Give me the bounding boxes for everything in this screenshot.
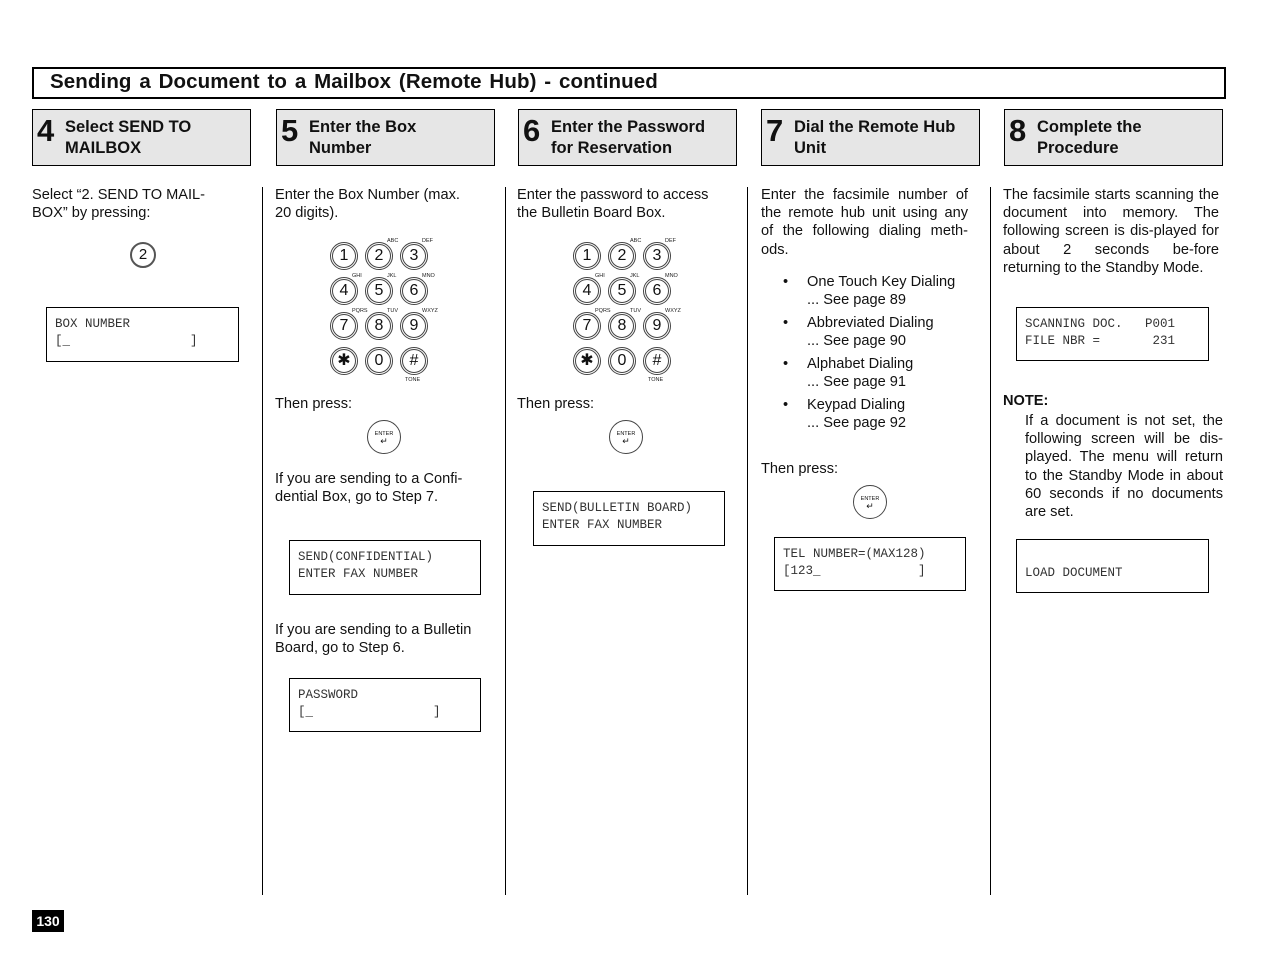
lcd-scanning-doc: SCANNING DOC. P001 FILE NBR = 231 xyxy=(1016,307,1209,361)
keypad-letters: MNO xyxy=(665,273,678,279)
keypad-key-0: 0 xyxy=(365,347,393,375)
column-divider xyxy=(505,187,506,895)
column-divider xyxy=(262,187,263,895)
lcd-load-document: LOAD DOCUMENT xyxy=(1016,539,1209,593)
enter-key-icon: ENTER ↵ xyxy=(853,485,887,519)
keypad-key-hash: # xyxy=(400,347,428,375)
step-number: 5 xyxy=(281,113,299,148)
step-number: 8 xyxy=(1009,113,1027,148)
step-title: Complete the Procedure xyxy=(1037,118,1142,157)
keypad-letters: WXYZ xyxy=(665,308,681,314)
confidential-box-note: If you are sending to a Confi-dential Bo… xyxy=(275,471,463,506)
keypad-letters: ABC xyxy=(630,238,642,244)
step-title: Enter the Box Number xyxy=(309,118,417,157)
keypad-letters: TUV xyxy=(387,308,398,314)
enter-key-icon: ENTER ↵ xyxy=(367,420,401,454)
keypad-key-8: 8 xyxy=(608,312,636,340)
step-header-8: 8 Complete the Procedure xyxy=(1004,109,1223,166)
step6-instructions: Enter the password to access the Bulleti… xyxy=(517,187,709,222)
step-header-6: 6 Enter the Password for Reservation xyxy=(518,109,737,166)
keypad-key-9: 9 xyxy=(400,312,428,340)
step-header-4: 4 Select SEND TO MAILBOX xyxy=(32,109,251,166)
keypad-letters: PQRS xyxy=(352,308,368,314)
keypad-key-5: 5 xyxy=(365,277,393,305)
key-2-icon: 2 xyxy=(130,242,156,268)
keypad-icon: 1 2 ABC 3 DEF 4 GHI 5 JKL 6 MNO 7 PQRS 8 TUV 9 WXYZ ✱ 0 # TO… xyxy=(330,238,440,388)
step-header-7: 7 Dial the Remote Hub Unit xyxy=(761,109,980,166)
keypad-key-7: 7 xyxy=(573,312,601,340)
keypad-letters: JKL xyxy=(387,273,397,279)
keypad-key-6: 6 xyxy=(400,277,428,305)
column-divider xyxy=(747,187,748,895)
keypad-key-6: 6 xyxy=(643,277,671,305)
column-divider xyxy=(990,187,991,895)
lcd-tel-number: TEL NUMBER=(MAX128) [123_ ] xyxy=(774,537,966,591)
page-title: Sending a Document to a Mailbox (Remote … xyxy=(50,70,658,93)
keypad-letters: TUV xyxy=(630,308,641,314)
dialing-methods-list: • One Touch Key Dialing... See page 89 • A… xyxy=(780,273,980,437)
keypad-key-5: 5 xyxy=(608,277,636,305)
keypad-key-1: 1 xyxy=(330,242,358,270)
keypad-key-2: 2 xyxy=(365,242,393,270)
lcd-send-bulletin-board: SEND(BULLETIN BOARD) ENTER FAX NUMBER xyxy=(533,491,725,546)
tone-label: TONE xyxy=(648,377,664,383)
keypad-letters: JKL xyxy=(630,273,640,279)
note-text: If a document is not set, the following … xyxy=(1025,413,1223,521)
step-header-5: 5 Enter the Box Number xyxy=(276,109,495,166)
list-item: • One Touch Key Dialing... See page 89 xyxy=(783,274,956,308)
note-heading: NOTE: xyxy=(1003,393,1049,409)
step-title: Enter the Password for Reservation xyxy=(551,118,706,157)
keypad-key-star: ✱ xyxy=(330,347,358,375)
keypad-letters: MNO xyxy=(422,273,435,279)
step7-instructions: Enter the facsimile number of the remote… xyxy=(761,187,968,258)
lcd-password: PASSWORD [_ ] xyxy=(289,678,481,732)
step-number: 6 xyxy=(523,113,541,148)
then-press-label: Then press: xyxy=(761,461,839,477)
keypad-key-4: 4 xyxy=(573,277,601,305)
keypad-key-8: 8 xyxy=(365,312,393,340)
keypad-letters: WXYZ xyxy=(422,308,438,314)
lcd-send-confidential: SEND(CONFIDENTIAL) ENTER FAX NUMBER xyxy=(289,540,481,595)
step8-instructions: The facsimile starts scanning the docume… xyxy=(1003,187,1219,276)
step-number: 4 xyxy=(37,113,55,148)
keypad-key-3: 3 xyxy=(643,242,671,270)
page-title-box: Sending a Document to a Mailbox (Remote … xyxy=(32,67,1226,99)
keypad-icon: 1 2 ABC 3 DEF 4 GHI 5 JKL 6 MNO 7 PQRS 8 TUV 9 WXYZ ✱ 0 # TO… xyxy=(573,238,683,388)
keypad-letters: DEF xyxy=(422,238,433,244)
step-title: Dial the Remote Hub Unit xyxy=(794,118,956,157)
page-number: 130 xyxy=(32,910,64,932)
keypad-key-2: 2 xyxy=(608,242,636,270)
keypad-key-4: 4 xyxy=(330,277,358,305)
keypad-key-star: ✱ xyxy=(573,347,601,375)
keypad-letters: PQRS xyxy=(595,308,611,314)
keypad-letters: DEF xyxy=(665,238,676,244)
list-item: • Abbreviated Dialing... See page 90 xyxy=(783,315,934,349)
keypad-key-3: 3 xyxy=(400,242,428,270)
then-press-label: Then press: xyxy=(517,396,595,412)
enter-key-icon: ENTER ↵ xyxy=(609,420,643,454)
keypad-key-1: 1 xyxy=(573,242,601,270)
keypad-key-7: 7 xyxy=(330,312,358,340)
lcd-box-number: BOX NUMBER [_ ] xyxy=(46,307,239,362)
keypad-key-9: 9 xyxy=(643,312,671,340)
list-item: • Keypad Dialing... See page 92 xyxy=(783,397,906,431)
keypad-key-hash: # xyxy=(643,347,671,375)
step-number: 7 xyxy=(766,113,784,148)
tone-label: TONE xyxy=(405,377,421,383)
step5-instructions: Enter the Box Number (max. 20 digits). xyxy=(275,187,460,222)
then-press-label: Then press: xyxy=(275,396,353,412)
keypad-letters: ABC xyxy=(387,238,399,244)
keypad-letters: GHI xyxy=(595,273,605,279)
list-item: • Alphabet Dialing... See page 91 xyxy=(783,356,914,390)
step4-instructions: Select “2. SEND TO MAIL-BOX” by pressing… xyxy=(32,187,206,222)
step-title: Select SEND TO MAILBOX xyxy=(65,118,192,157)
keypad-key-0: 0 xyxy=(608,347,636,375)
bulletin-board-note: If you are sending to a Bulletin Board, … xyxy=(275,622,472,657)
keypad-letters: GHI xyxy=(352,273,362,279)
